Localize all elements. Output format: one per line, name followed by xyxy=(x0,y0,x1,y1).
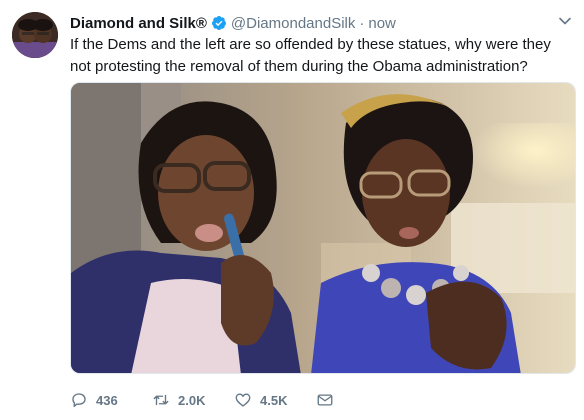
verified-badge-icon xyxy=(211,16,226,30)
avatar-image xyxy=(12,12,58,58)
tweet-text: If the Dems and the left are so offended… xyxy=(70,36,551,75)
envelope-icon xyxy=(317,394,333,406)
separator-dot: · xyxy=(359,14,365,32)
timestamp[interactable]: now xyxy=(368,15,396,32)
direct-message-button[interactable] xyxy=(316,391,334,409)
reply-count: 436 xyxy=(96,392,118,408)
reply-button[interactable]: 436 xyxy=(70,391,152,409)
photo-two-women-gesturing xyxy=(71,83,575,373)
tweet-header: Diamond and Silk® @DiamondandSilk · now xyxy=(70,13,544,33)
chevron-down-icon[interactable] xyxy=(558,14,572,28)
tweet-actions: 436 2.0K 4.5K xyxy=(70,388,334,412)
avatar[interactable] xyxy=(12,12,58,58)
like-button[interactable]: 4.5K xyxy=(234,391,316,409)
tweet-card[interactable]: Diamond and Silk® @DiamondandSilk · now … xyxy=(0,0,584,420)
retweet-icon xyxy=(153,394,169,406)
retweet-button[interactable]: 2.0K xyxy=(152,391,234,409)
heart-icon xyxy=(235,393,251,407)
reply-icon xyxy=(72,393,86,408)
tweet-media-photo[interactable] xyxy=(70,82,576,374)
like-count: 4.5K xyxy=(260,392,288,408)
user-handle[interactable]: @DiamondandSilk xyxy=(231,15,355,32)
display-name[interactable]: Diamond and Silk® xyxy=(70,15,207,32)
retweet-count: 2.0K xyxy=(178,392,206,408)
